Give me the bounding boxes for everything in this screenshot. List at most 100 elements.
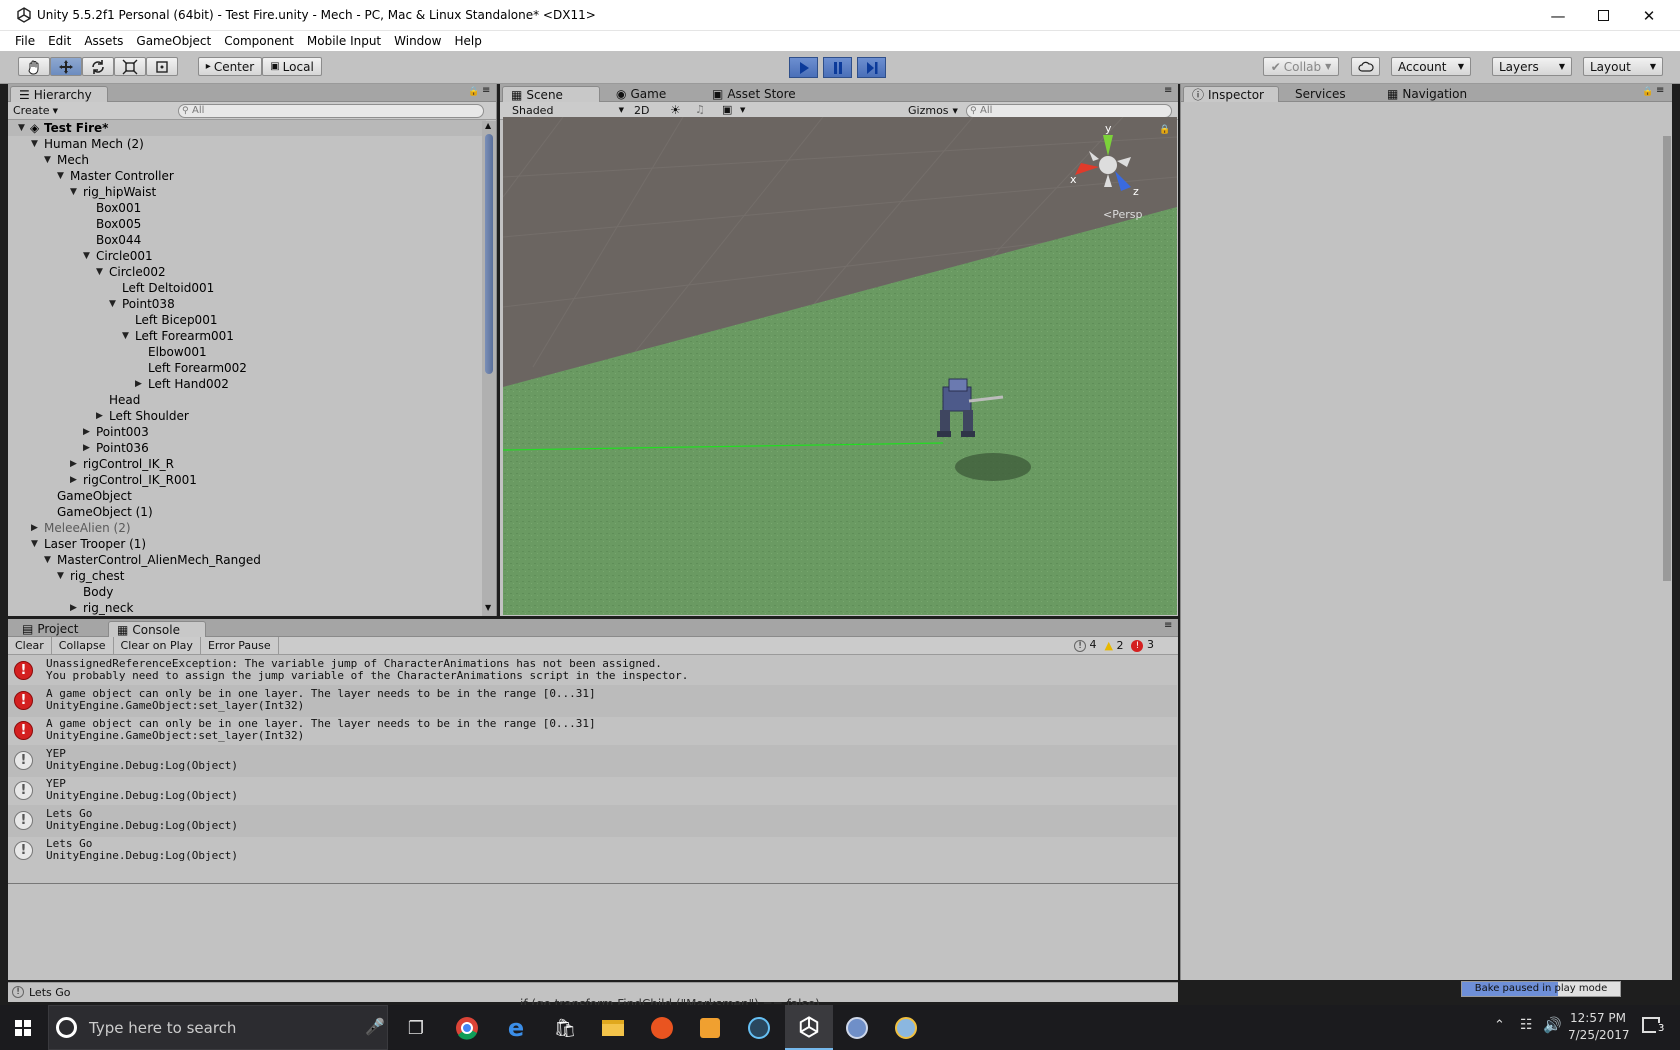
expand-arrow-icon[interactable]: ▼: [31, 136, 38, 152]
scene-viewport[interactable]: y x z 🔒 <Persp: [503, 117, 1177, 615]
hierarchy-item[interactable]: ▶ Point036: [8, 440, 486, 456]
tab-hierarchy[interactable]: ☰ Hierarchy: [10, 86, 108, 102]
hierarchy-item[interactable]: ▶ Left Hand002: [8, 376, 486, 392]
hierarchy-item[interactable]: ▶ Left Shoulder: [8, 408, 486, 424]
clear-on-play-button[interactable]: Clear on Play: [114, 637, 201, 654]
scroll-up-icon[interactable]: ▲: [485, 121, 491, 130]
hierarchy-item[interactable]: ▼ Point038: [8, 296, 486, 312]
warning-count-toggle[interactable]: ▲ 2: [1105, 639, 1124, 652]
audio-icon[interactable]: ♫: [695, 103, 705, 116]
expand-arrow-icon[interactable]: ▼: [122, 328, 129, 344]
tab-game[interactable]: ◉ Game: [608, 86, 674, 102]
hierarchy-item[interactable]: ▼ rig_hipWaist: [8, 184, 486, 200]
hierarchy-item[interactable]: ▶ rig_neck: [8, 600, 486, 616]
tab-inspector[interactable]: ⓘ Inspector: [1183, 86, 1279, 102]
console-entry[interactable]: ! UnassignedReferenceException: The varia…: [8, 655, 1177, 687]
taskbar-app-unity[interactable]: [785, 1005, 833, 1050]
hierarchy-search-input[interactable]: ⚲ All: [178, 104, 484, 118]
console-entry[interactable]: ! Lets Go UnityEngine.Debug:Log(Object): [8, 805, 1177, 837]
menu-assets[interactable]: Assets: [78, 34, 130, 48]
hierarchy-item[interactable]: Box005: [8, 216, 486, 232]
task-view-button[interactable]: ❐: [400, 1012, 432, 1044]
menu-mobile-input[interactable]: Mobile Input: [301, 34, 388, 48]
panel-menu-icon[interactable]: ≡: [1164, 85, 1172, 96]
network-icon[interactable]: ☷: [1520, 1017, 1533, 1033]
hierarchy-item[interactable]: Left Bicep001: [8, 312, 486, 328]
collapse-button[interactable]: Collapse: [52, 637, 114, 654]
menu-window[interactable]: Window: [388, 34, 448, 48]
expand-arrow-icon[interactable]: ▼: [96, 264, 103, 280]
lock-icon[interactable]: 🔒: [1642, 87, 1653, 97]
inspector-scrollbar[interactable]: [1663, 136, 1671, 581]
tab-services[interactable]: Services: [1287, 86, 1354, 102]
hierarchy-item[interactable]: ▼ MasterControl_AlienMech_Ranged: [8, 552, 486, 568]
hierarchy-item[interactable]: ▶ Point003: [8, 424, 486, 440]
hierarchy-item[interactable]: ▼ Human Mech (2): [8, 136, 486, 152]
pivot-center-button[interactable]: ▸ Center: [198, 57, 262, 76]
gizmos-dropdown[interactable]: Gizmos ▼: [908, 104, 958, 117]
lock-icon[interactable]: 🔒: [1159, 125, 1170, 135]
menu-edit[interactable]: Edit: [42, 34, 78, 48]
shading-dropdown[interactable]: Shaded ▼: [512, 104, 624, 117]
panel-menu-icon[interactable]: ≡: [1164, 620, 1172, 631]
console-entry[interactable]: ! A game object can only be in one layer.…: [8, 685, 1177, 717]
expand-arrow-icon[interactable]: ▼: [44, 552, 51, 568]
hierarchy-item[interactable]: ▼ rig_chest: [8, 568, 486, 584]
microphone-icon[interactable]: 🎤: [365, 1017, 385, 1036]
console-entry[interactable]: ! Lets Go UnityEngine.Debug:Log(Object): [8, 835, 1177, 867]
expand-arrow-icon[interactable]: ▼: [70, 184, 77, 200]
taskbar-clock[interactable]: 12:57 PM 7/25/2017: [1568, 1011, 1630, 1042]
hierarchy-item[interactable]: Box001: [8, 200, 486, 216]
hierarchy-item[interactable]: ▶ rigControl_IK_R001: [8, 472, 486, 488]
image-effects-icon[interactable]: ▣: [722, 103, 732, 116]
hand-tool-button[interactable]: [18, 57, 50, 76]
taskbar-app-media[interactable]: [694, 1012, 726, 1044]
hierarchy-item[interactable]: Body: [8, 584, 486, 600]
expand-arrow-icon[interactable]: ▼: [83, 248, 90, 264]
start-button[interactable]: [7, 1012, 39, 1044]
taskbar-search-box[interactable]: Type here to search 🎤: [48, 1005, 388, 1050]
hierarchy-item[interactable]: ▼ Circle002: [8, 264, 486, 280]
collapsed-arrow-icon[interactable]: ▶: [96, 408, 103, 424]
maximize-icon[interactable]: [1580, 0, 1626, 31]
hierarchy-item[interactable]: ▼ Master Controller: [8, 168, 486, 184]
expand-arrow-icon[interactable]: ▼: [18, 120, 25, 136]
scroll-down-icon[interactable]: ▼: [485, 603, 491, 612]
hierarchy-item[interactable]: Head: [8, 392, 486, 408]
hierarchy-item[interactable]: ▼ Circle001: [8, 248, 486, 264]
hierarchy-item[interactable]: Box044: [8, 232, 486, 248]
clear-button[interactable]: Clear: [8, 637, 52, 654]
taskbar-app-other[interactable]: [841, 1012, 873, 1044]
hierarchy-item[interactable]: Left Deltoid001: [8, 280, 486, 296]
rect-tool-button[interactable]: [146, 57, 178, 76]
expand-arrow-icon[interactable]: ▼: [31, 536, 38, 552]
collapsed-arrow-icon[interactable]: ▶: [70, 600, 77, 616]
taskbar-app-chrome[interactable]: [451, 1012, 483, 1044]
taskbar-app-edge[interactable]: e: [500, 1012, 532, 1044]
mode-2d-toggle[interactable]: 2D: [634, 104, 649, 117]
lock-icon[interactable]: 🔒: [468, 87, 479, 97]
panel-menu-icon[interactable]: ≡: [1656, 85, 1664, 96]
action-center-button[interactable]: 3: [1636, 1015, 1668, 1041]
expand-arrow-icon[interactable]: ▼: [57, 568, 64, 584]
cloud-button[interactable]: [1351, 57, 1380, 76]
tab-console[interactable]: ▦ Console: [108, 621, 206, 637]
collapsed-arrow-icon[interactable]: ▶: [70, 472, 77, 488]
scene-gizmo[interactable]: y x z 🔒 <Persp: [1043, 117, 1173, 227]
taskbar-app-file-explorer[interactable]: [597, 1012, 629, 1044]
account-dropdown[interactable]: Account ▼: [1391, 57, 1471, 76]
console-entry[interactable]: ! A game object can only be in one layer.…: [8, 715, 1177, 747]
hierarchy-scrollbar[interactable]: ▲ ▼: [482, 121, 496, 616]
rotate-tool-button[interactable]: [82, 57, 114, 76]
volume-icon[interactable]: 🔊: [1543, 1016, 1562, 1034]
error-pause-button[interactable]: Error Pause: [201, 637, 279, 654]
collapsed-arrow-icon[interactable]: ▶: [31, 520, 38, 536]
hierarchy-scene-root[interactable]: ▼ ◈ Test Fire*: [8, 120, 486, 136]
tab-scene[interactable]: ▦ Scene: [502, 86, 600, 102]
menu-help[interactable]: Help: [448, 34, 488, 48]
taskbar-app-paint[interactable]: [890, 1012, 922, 1044]
hierarchy-item[interactable]: Elbow001: [8, 344, 486, 360]
log-count-toggle[interactable]: ! 4: [1074, 638, 1097, 652]
hierarchy-item[interactable]: ▼ Left Forearm001: [8, 328, 486, 344]
collapsed-arrow-icon[interactable]: ▶: [83, 424, 90, 440]
